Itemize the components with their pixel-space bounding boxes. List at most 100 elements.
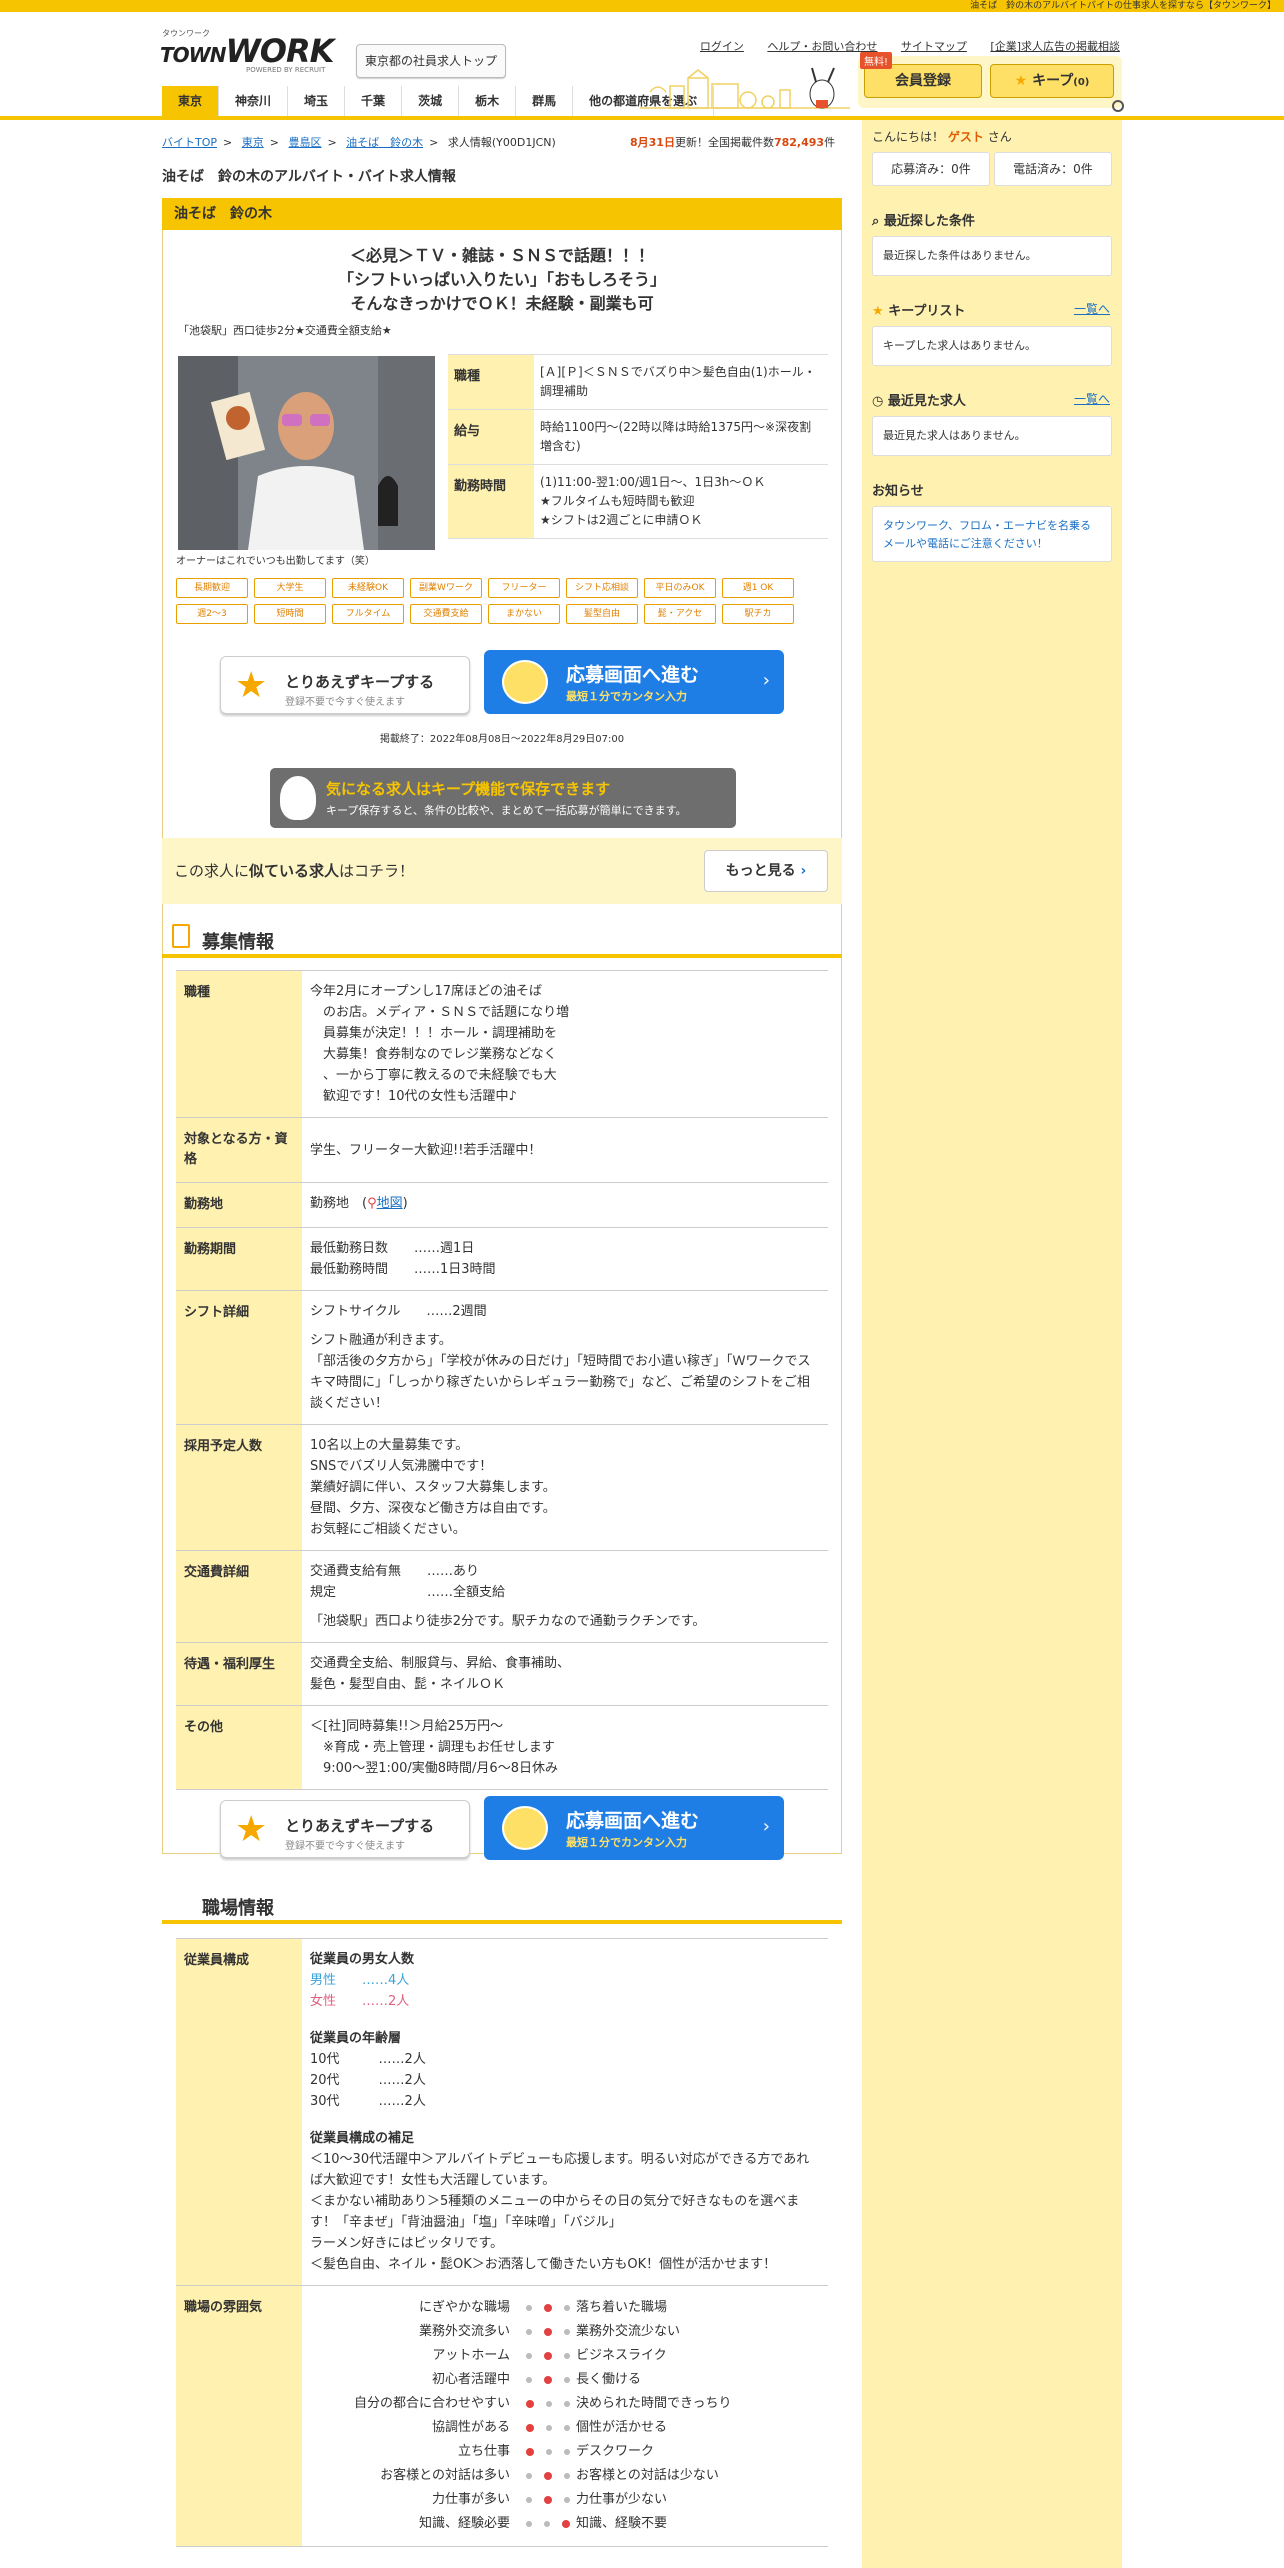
keep-list-heading: ★ キープリスト 一覧へ [872,300,1110,319]
keep-list-more-link[interactable]: 一覧へ [1074,300,1114,317]
scale-dot [544,2352,552,2360]
atmosphere-right: 個性が活かせる [576,2420,668,2435]
scale-dot [546,2449,552,2455]
feature-tag: 未経験OK [332,578,404,598]
map-link[interactable]: 地図 [377,1196,403,1211]
scale-dot [564,2329,570,2335]
atmosphere-scale: にぎやかな職場 落ち着いた職場 業務外交流多い 業務外交流少ない アットホーム ビジネスラ… [310,2296,820,2536]
recruit-section-heading: 募集情報 [162,918,842,958]
feature-tag: シフト応相談 [566,578,638,598]
scale-dot [564,2305,570,2311]
called-count[interactable]: 電話済み：0件 [994,152,1112,186]
recent-view-box: 最近見た求人はありません。 [872,416,1112,456]
breadcrumb: バイトTOP > 東京 > 豊島区 > 油そば 鈴の木 > 求人情報(Y00D1JCN) [162,136,556,149]
summary-row-job: 職種 [Ａ][Ｐ]＜ＳＮＳでバズり中＞髪色自由(1)ホール・調理補助 [448,354,828,409]
scale-dot [526,2473,532,2479]
keep-feature-banner[interactable]: 気になる求人はキープ機能で保存できます キープ保存すると、条件の比較や、まとめて一… [270,768,736,828]
row-term: 勤務期間 最低勤務日数 ……週1日 最低勤務時間 ……1日3時間 [176,1228,828,1291]
atmosphere-dots [520,2320,576,2344]
keep-for-now-button[interactable]: ★ とりあえずキープする 登録不要で今すぐ使えます [220,656,470,714]
scale-dot [564,2401,570,2407]
star-icon: ★ [235,1809,268,1850]
similar-more-button[interactable]: もっと見る › [704,850,828,892]
greeting: こんにちは！ ゲスト さん [872,130,1012,144]
workplace-table: 従業員構成 従業員の男女人数 男性 ……4人 女性 ……2人 従業員の年齢層 1… [176,1938,828,2547]
tab-gunma[interactable]: 群馬 [516,86,574,116]
breadcrumb-toshima[interactable]: 豊島区 [288,136,321,149]
atmosphere-right: 長く働ける [576,2372,642,2387]
scale-dot [526,2353,532,2359]
atmosphere-left: お客様との対話は多い [380,2468,510,2483]
star-icon: ★ [1014,73,1028,89]
atmosphere-left: 初心者活躍中 [431,2372,510,2387]
atmosphere-dots [520,2464,576,2488]
scale-dot [546,2425,552,2431]
feature-tag: 平日のみOK [644,578,716,598]
feature-tag: 駅チカ [722,604,794,624]
feature-tag: 副業Wワーク [410,578,482,598]
member-register-button[interactable]: 会員登録 [864,64,982,98]
tab-kanagawa[interactable]: 神奈川 [219,86,289,116]
keep-list-box: キープした求人はありません。 [872,326,1112,366]
applied-count[interactable]: 応募済み：0件 [872,152,990,186]
keep-for-now-button-bottom[interactable]: ★ とりあえずキープする 登録不要で今すぐ使えます [220,1800,470,1858]
summary-row-hours: 勤務時間 (1)11:00-翌1:00/週1日～、1日3h～ＯＫ ★フルタイムも短… [448,464,828,539]
row-shift: シフト詳細 シフトサイクル ……2週間 シフト融通が利きます。 「部活後の夕方から」… [176,1291,828,1425]
scale-dot [544,2521,550,2527]
magnifier-icon: ⌕ [872,214,880,229]
tab-ibaraki[interactable]: 茨城 [402,86,460,116]
star-icon: ★ [235,665,268,706]
atmosphere-right: 落ち着いた職場 [576,2300,668,2315]
mascot-icon [280,776,316,820]
tab-tochigi[interactable]: 栃木 [459,86,517,116]
atmosphere-right: お客様との対話は少ない [576,2468,719,2483]
apply-button-bottom[interactable]: 応募画面へ進む 最短１分でカンタン入力 › [484,1796,784,1860]
feature-tag: 髭・アクセ [644,604,716,624]
atmosphere-right: 決められた時間できっちり [576,2396,732,2411]
notice-link[interactable]: タウンワーク、フロム・エーナビを名乗るメールや電話にご注意ください！ [883,519,1091,550]
history-icon: ◷ [872,394,884,409]
tab-chiba[interactable]: 千葉 [345,86,403,116]
scale-dot [564,2425,570,2431]
atmosphere-dots [520,2416,576,2440]
breadcrumb-baito-top[interactable]: バイトTOP [162,136,217,149]
atmosphere-left: 協調性がある [431,2420,510,2435]
chevron-right-icon: › [762,670,770,691]
corporate-ad-link[interactable]: [企業]求人広告の掲載相談 [990,40,1120,53]
tab-tokyo[interactable]: 東京 [162,86,220,116]
scale-dot [526,2377,532,2383]
job-photo[interactable] [178,356,435,550]
chevron-right-icon: › [762,1816,770,1837]
login-link[interactable]: ログイン [700,40,744,53]
recent-view-more-link[interactable]: 一覧へ [1074,390,1114,407]
scale-dot [526,2329,532,2335]
feature-tag: 短時間 [254,604,326,624]
tab-saitama[interactable]: 埼玉 [288,86,346,116]
atmosphere-dots [520,2296,576,2320]
apply-button[interactable]: 応募画面へ進む 最短１分でカンタン入力 › [484,650,784,714]
feature-tag: 週1 OK [722,578,794,598]
scale-dot [544,2472,552,2480]
keep-button[interactable]: ★ キープ(0) [990,64,1114,98]
notice-box: タウンワーク、フロム・エーナビを名乗るメールや電話にご注意ください！ [872,506,1112,562]
row-welfare: 待遇・福利厚生 交通費全支給、制服貸与、昇給、食事補助、 髪色・髪型自由、髭・ネイ… [176,1643,828,1706]
notice-heading: お知らせ [872,484,924,499]
atmosphere-dots [520,2440,576,2464]
recruit-table: 職種 今年2月にオープンし17席ほどの油そば のお店。メディア・ＳＮＳで話題になり… [176,970,828,1790]
breadcrumb-tokyo[interactable]: 東京 [242,136,264,149]
sitemap-link[interactable]: サイトマップ [901,40,967,53]
clipboard-icon [172,924,190,948]
recent-view-heading: ◷ 最近見た求人 一覧へ [872,390,1110,409]
atmosphere-dots [520,2344,576,2368]
scale-dot [526,2497,532,2503]
map-pin-icon: ⚲ [367,1196,377,1211]
search-magnifier-icon[interactable] [1112,100,1124,112]
atmosphere-left: 立ち仕事 [457,2444,510,2459]
star-icon: ★ [872,304,884,319]
feature-tag: フルタイム [332,604,404,624]
feature-tag: まかない [488,604,560,624]
bird-icon [502,1806,548,1850]
feature-tag: 長期歓迎 [176,578,248,598]
breadcrumb-shop[interactable]: 油そば 鈴の木 [346,136,423,149]
atmosphere-left: 自分の都合に合わせやすい [353,2396,510,2411]
